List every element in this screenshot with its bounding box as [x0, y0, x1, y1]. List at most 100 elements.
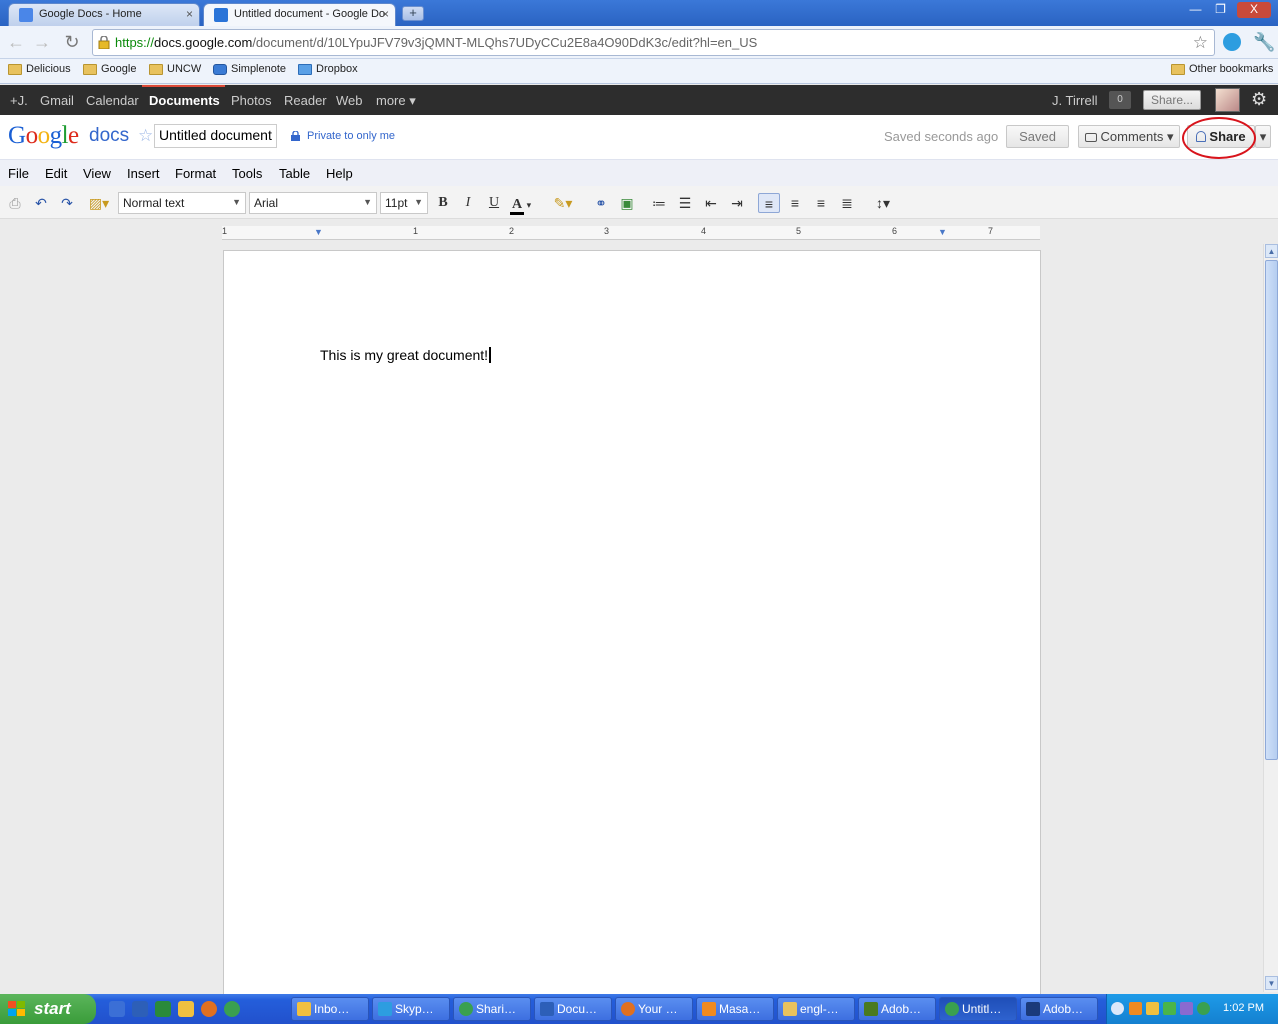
font-select[interactable]: Arial ▼ — [249, 192, 377, 214]
chrome-tray-icon[interactable] — [1197, 1002, 1210, 1015]
print-icon[interactable]: ⎙ — [4, 193, 26, 213]
right-indent-marker-icon[interactable]: ▼ — [938, 227, 947, 237]
clock[interactable]: 1:02 PM — [1223, 1002, 1264, 1014]
gbar-more[interactable]: more ▾ — [376, 93, 416, 109]
paragraph-style-select[interactable]: Normal text ▼ — [118, 192, 246, 214]
tab-close-icon[interactable]: × — [382, 4, 389, 25]
skype-extension-icon[interactable] — [1223, 33, 1241, 51]
saved-button[interactable]: Saved — [1006, 125, 1069, 148]
align-center-icon[interactable]: ≡ — [784, 193, 806, 213]
align-right-icon[interactable]: ≡ — [810, 193, 832, 213]
bookmark-uncw[interactable]: UNCW — [149, 63, 201, 75]
forward-arrow-icon[interactable]: → — [32, 32, 52, 52]
back-arrow-icon[interactable]: ← — [6, 32, 26, 52]
chrome-quicklaunch-icon[interactable] — [224, 1001, 240, 1017]
left-indent-marker-icon[interactable]: ▼ — [314, 227, 323, 237]
taskbar-item[interactable]: Masa… — [696, 997, 774, 1021]
gear-icon[interactable]: ⚙ — [1251, 89, 1267, 110]
browser-tab-untitled-document[interactable]: Untitled document - Google Do × — [203, 3, 396, 26]
bookmark-star-icon[interactable]: ☆ — [1193, 33, 1208, 53]
gbar-reader[interactable]: Reader — [284, 93, 327, 108]
network-tray-icon[interactable] — [1163, 1002, 1176, 1015]
highlight-color-icon[interactable]: ✎▾ — [548, 193, 578, 213]
menu-view[interactable]: View — [83, 166, 111, 181]
wrench-menu-icon[interactable]: 🔧 — [1253, 32, 1275, 52]
scroll-thumb[interactable] — [1265, 260, 1278, 760]
start-button[interactable]: start — [0, 994, 96, 1024]
menu-help[interactable]: Help — [326, 166, 353, 181]
line-spacing-icon[interactable]: ↕▾ — [868, 193, 898, 213]
taskbar-item[interactable]: Docu… — [534, 997, 612, 1021]
menu-edit[interactable]: Edit — [45, 166, 67, 181]
firefox-quicklaunch-icon[interactable] — [201, 1001, 217, 1017]
menu-table[interactable]: Table — [279, 166, 310, 181]
bookmark-dropbox[interactable]: Dropbox — [298, 63, 358, 75]
insert-image-icon[interactable]: ▣ — [616, 193, 638, 213]
word-quicklaunch-icon[interactable] — [132, 1001, 148, 1017]
taskbar-item[interactable]: Adob… — [1020, 997, 1098, 1021]
vlc-tray-icon[interactable] — [1129, 1002, 1142, 1015]
text-color-button[interactable]: A ▾ — [510, 193, 542, 215]
link-icon[interactable]: ⚭ — [590, 193, 612, 213]
undo-icon[interactable]: ↶ — [30, 193, 52, 213]
increase-indent-icon[interactable]: ⇥ — [726, 193, 748, 213]
menu-tools[interactable]: Tools — [232, 166, 262, 181]
restore-button[interactable]: ❐ — [1208, 2, 1233, 18]
menu-file[interactable]: File — [8, 166, 29, 181]
tab-close-icon[interactable]: × — [186, 4, 193, 25]
browser-tab-docs-home[interactable]: Google Docs - Home × — [8, 3, 200, 26]
privacy-status[interactable]: Private to only me — [291, 130, 395, 142]
tray-expand-icon[interactable] — [1111, 1002, 1124, 1015]
messenger-tray-icon[interactable] — [1146, 1002, 1159, 1015]
scroll-up-icon[interactable]: ▲ — [1265, 244, 1278, 258]
close-window-button[interactable]: X — [1237, 2, 1271, 18]
gbar-photos[interactable]: Photos — [231, 93, 271, 108]
taskbar-item-active[interactable]: Untitl… — [939, 997, 1017, 1021]
taskbar-item[interactable]: Skyp… — [372, 997, 450, 1021]
menu-format[interactable]: Format — [175, 166, 216, 181]
document-body-text[interactable]: This is my great document! — [320, 347, 492, 363]
document-page[interactable]: This is my great document! — [223, 250, 1041, 1010]
gbar-documents[interactable]: Documents — [149, 93, 220, 108]
taskbar-item[interactable]: Inbo… — [291, 997, 369, 1021]
gbar-plus-j[interactable]: +J. — [10, 93, 28, 108]
share-dropdown-button[interactable]: ▾ — [1255, 125, 1271, 148]
scroll-down-icon[interactable]: ▼ — [1265, 976, 1278, 990]
underline-button[interactable]: U — [483, 193, 505, 213]
bookmark-google[interactable]: Google — [83, 63, 136, 75]
notification-count[interactable]: 0 — [1109, 91, 1131, 109]
gbar-username[interactable]: J. Tirrell — [1052, 93, 1098, 108]
taskbar-item[interactable]: engl-… — [777, 997, 855, 1021]
vertical-scrollbar[interactable]: ▲ ▼ — [1263, 244, 1278, 992]
star-icon[interactable]: ☆ — [138, 126, 153, 146]
gbar-web[interactable]: Web — [336, 93, 363, 108]
taskbar-item[interactable]: Your … — [615, 997, 693, 1021]
reload-icon[interactable]: ↻ — [62, 32, 82, 52]
align-justify-icon[interactable]: ≣ — [836, 193, 858, 213]
taskbar-item[interactable]: Adob… — [858, 997, 936, 1021]
excel-quicklaunch-icon[interactable] — [155, 1001, 171, 1017]
new-tab-button[interactable]: + — [402, 6, 424, 21]
align-left-icon[interactable]: ≡ — [758, 193, 780, 213]
ruler[interactable]: 1 ▼ 1 2 3 4 5 6 ▼ 7 — [222, 226, 1040, 240]
google-logo[interactable]: Google — [8, 122, 79, 150]
other-bookmarks[interactable]: Other bookmarks — [1171, 63, 1273, 75]
ie-quicklaunch-icon[interactable] — [109, 1001, 125, 1017]
redo-icon[interactable]: ↷ — [56, 193, 78, 213]
decrease-indent-icon[interactable]: ⇤ — [700, 193, 722, 213]
numbered-list-icon[interactable]: ≔ — [648, 193, 670, 213]
address-bar[interactable]: https://docs.google.com/document/d/10LYp… — [92, 29, 1215, 56]
bookmark-delicious[interactable]: Delicious — [8, 63, 71, 75]
tray-app-icon[interactable] — [1180, 1002, 1193, 1015]
gbar-calendar[interactable]: Calendar — [86, 93, 139, 108]
menu-insert[interactable]: Insert — [127, 166, 160, 181]
avatar[interactable] — [1215, 88, 1240, 112]
italic-button[interactable]: I — [457, 193, 479, 213]
gbar-share-button[interactable]: Share... — [1143, 90, 1201, 110]
taskbar-item[interactable]: Shari… — [453, 997, 531, 1021]
document-title-field[interactable]: Untitled document — [154, 124, 277, 148]
bookmark-simplenote[interactable]: Simplenote — [213, 63, 286, 75]
bulleted-list-icon[interactable]: ☰ — [674, 193, 696, 213]
font-size-select[interactable]: 11pt ▼ — [380, 192, 428, 214]
bold-button[interactable]: B — [432, 193, 454, 213]
